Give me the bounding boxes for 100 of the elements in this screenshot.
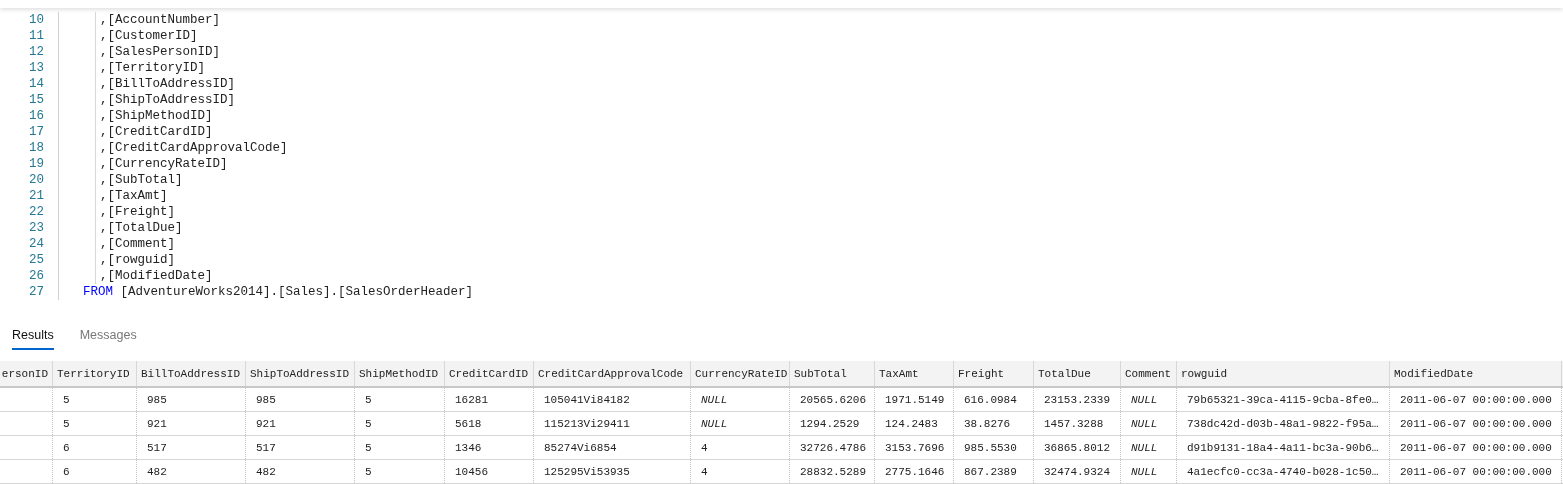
line-number: 19 (28, 156, 44, 171)
column-header[interactable]: Comment (1125, 367, 1172, 380)
code-line: ,[CreditCardID] (100, 124, 213, 139)
code-line: ,[CurrencyRateID] (100, 156, 228, 171)
table-cell: 5 (365, 441, 372, 454)
column-header[interactable]: TaxAmt (879, 367, 919, 380)
code-line: ,[ShipMethodID] (100, 108, 213, 123)
code-line: ,[rowguid] (100, 252, 175, 267)
table-cell: 738dc42d-d03b-48a1-9822-f95a… (1187, 417, 1379, 430)
column-header[interactable]: TerritoryID (57, 367, 130, 380)
table-cell: 2011-06-07 00:00:00.000 (1400, 393, 1552, 406)
table-cell: 5 (63, 393, 70, 406)
column-header[interactable]: Freight (958, 367, 1005, 380)
line-number: 11 (28, 28, 44, 43)
table-cell: 28832.5289 (800, 465, 866, 478)
table-cell: 20565.6206 (800, 393, 866, 406)
line-number: 14 (28, 76, 44, 91)
line-number: 13 (28, 60, 44, 75)
table-cell: 4a1ecfc0-cc3a-4740-b028-1c50… (1187, 465, 1379, 478)
table-cell: 5 (63, 417, 70, 430)
table-cell: 985.5530 (964, 441, 1017, 454)
table-cell: 3153.7696 (885, 441, 945, 454)
line-number: 17 (28, 124, 44, 139)
table-cell: 2775.1646 (885, 465, 945, 478)
table-cell: 38.8276 (964, 417, 1011, 430)
code-line: ,[ModifiedDate] (100, 268, 213, 283)
table-cell: 985 (147, 393, 167, 406)
table-cell: 5 (365, 465, 372, 478)
column-header[interactable]: CreditCardApprovalCode (538, 367, 684, 380)
code-line: ,[Comment] (100, 236, 175, 251)
code-line: ,[CustomerID] (100, 28, 198, 43)
column-header[interactable]: CurrencyRateID (695, 367, 788, 380)
code-line: FROM [AdventureWorks2014].[Sales].[SalesOrderHeader] (83, 284, 474, 299)
table-cell: 5618 (455, 417, 482, 430)
column-header[interactable]: BillToAddressID (141, 367, 241, 380)
table-cell: 985 (256, 393, 276, 406)
line-number: 22 (28, 204, 44, 219)
table-cell: 921 (147, 417, 167, 430)
column-header[interactable]: ShipMethodID (359, 367, 439, 380)
table-cell: 124.2483 (885, 417, 938, 430)
table-cell: 2011-06-07 00:00:00.000 (1400, 465, 1552, 478)
line-number: 16 (28, 108, 44, 123)
table-cell: 2011-06-07 00:00:00.000 (1400, 441, 1552, 454)
code-line: ,[SubTotal] (100, 172, 183, 187)
column-header[interactable]: SubTotal (794, 367, 847, 380)
code-line: ,[TotalDue] (100, 220, 183, 235)
table-cell: 4 (701, 465, 708, 478)
column-header[interactable]: ShipToAddressID (250, 367, 350, 380)
line-number: 25 (28, 252, 44, 267)
column-header[interactable]: rowguid (1181, 367, 1228, 380)
code-line: ,[BillToAddressID] (100, 76, 236, 91)
table-cell: 32726.4786 (800, 441, 866, 454)
table-cell: 1346 (455, 441, 482, 454)
table-cell: 10456 (455, 465, 488, 478)
line-number: 24 (28, 236, 44, 251)
code-line: ,[TerritoryID] (100, 60, 206, 75)
table-cell: 2011-06-07 00:00:00.000 (1400, 417, 1552, 430)
results-tab[interactable]: Messages (79, 328, 137, 351)
table-cell: 1294.2529 (800, 417, 860, 430)
table-cell: NULL (1131, 393, 1158, 406)
table-cell: 6 (63, 465, 70, 478)
line-number: 18 (28, 140, 44, 155)
code-line: ,[ShipToAddressID] (100, 92, 236, 107)
code-line: ,[TaxAmt] (100, 188, 168, 203)
table-cell: NULL (1131, 465, 1158, 478)
table-cell: 482 (147, 465, 167, 478)
column-header[interactable]: CreditCardID (449, 367, 529, 380)
column-header[interactable]: TotalDue (1038, 367, 1091, 380)
table-cell: 32474.9324 (1044, 465, 1110, 478)
code-line: ,[Freight] (100, 204, 175, 219)
table-cell: 517 (147, 441, 167, 454)
table-cell: 517 (256, 441, 276, 454)
table-cell: 6 (63, 441, 70, 454)
line-number: 27 (28, 284, 44, 299)
column-header[interactable]: ersonID (1, 367, 48, 380)
table-cell: 5 (365, 417, 372, 430)
table-cell: 867.2389 (964, 465, 1017, 478)
table-cell: 23153.2339 (1044, 393, 1110, 406)
results-tab[interactable]: Results (12, 328, 54, 351)
table-cell: 125295Vi53935 (544, 465, 630, 478)
table-cell: NULL (701, 393, 728, 406)
column-header[interactable]: ModifiedDate (1394, 367, 1474, 380)
table-cell: 105041Vi84182 (544, 393, 630, 406)
table-cell: 85274Vi6854 (544, 441, 617, 454)
table-cell: NULL (701, 417, 728, 430)
table-cell: 79b65321-39ca-4115-9cba-8fe0… (1187, 393, 1379, 406)
line-number: 10 (28, 12, 44, 27)
table-cell: 921 (256, 417, 276, 430)
table-cell: 36865.8012 (1044, 441, 1110, 454)
table-cell: NULL (1131, 417, 1158, 430)
line-number: 21 (28, 188, 44, 203)
line-number: 23 (28, 220, 44, 235)
line-number: 12 (28, 44, 44, 59)
table-cell: 1971.5149 (885, 393, 945, 406)
code-line: ,[SalesPersonID] (100, 44, 221, 59)
table-cell: 4 (701, 441, 708, 454)
table-cell: 1457.3288 (1044, 417, 1104, 430)
line-number: 15 (28, 92, 44, 107)
table-cell: d91b9131-18a4-4a11-bc3a-90b6… (1187, 441, 1379, 454)
table-cell: 5 (365, 393, 372, 406)
